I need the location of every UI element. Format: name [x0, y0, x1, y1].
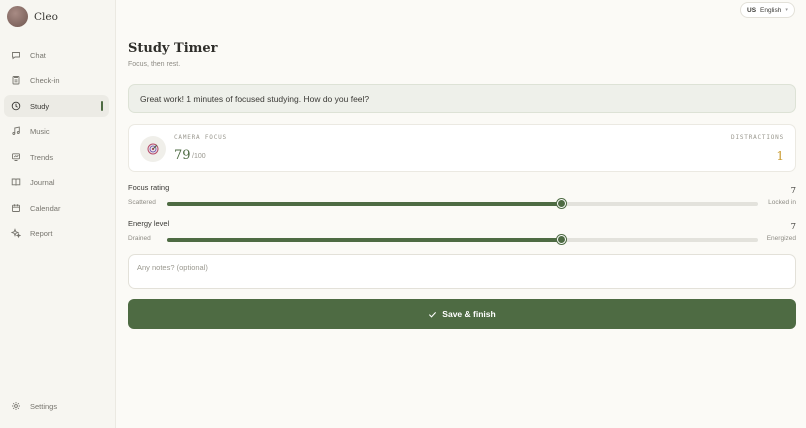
slider-thumb[interactable]	[556, 235, 566, 244]
focus-rating-min-label: Scattered	[128, 199, 156, 206]
calendar-icon	[11, 203, 21, 213]
banner-text: Great work! 1 minutes of focused studyin…	[140, 93, 370, 104]
sidebar-item-chat[interactable]: Chat	[4, 44, 109, 66]
sidebar-item-label: Check-in	[30, 75, 60, 85]
energy-level-value: 7	[790, 222, 796, 232]
sidebar-item-check-in[interactable]: Check-in	[4, 69, 109, 91]
distractions-label: DISTRACTIONS	[731, 134, 784, 141]
check-icon	[429, 311, 437, 318]
focus-rating-max-label: Locked in	[768, 199, 796, 206]
sidebar-item-settings[interactable]: Settings	[11, 401, 57, 411]
language-label: English	[760, 6, 782, 14]
active-indicator	[101, 101, 103, 111]
completion-banner: Great work! 1 minutes of focused studyin…	[128, 84, 796, 113]
sidebar-item-label: Report	[30, 228, 53, 238]
sidebar-item-label: Journal	[30, 177, 55, 187]
focus-score-max: /100	[192, 153, 206, 160]
sidebar-item-journal[interactable]: Journal	[4, 171, 109, 193]
page-title: Study Timer	[128, 41, 218, 56]
sidebar-item-trends[interactable]: Trends	[4, 146, 109, 168]
sparkles-icon	[11, 228, 21, 238]
energy-level-slider[interactable]	[167, 235, 758, 244]
sidebar-item-label: Chat	[30, 50, 46, 60]
chart-icon	[11, 152, 21, 162]
sidebar-item-report[interactable]: Report	[4, 222, 109, 244]
page-subtitle: Focus, then rest.	[128, 61, 181, 68]
distractions-count: 1	[776, 149, 784, 163]
slider-fill	[167, 202, 562, 206]
brand[interactable]: Cleo	[7, 6, 58, 27]
slider-thumb[interactable]	[556, 199, 566, 208]
brand-name: Cleo	[34, 10, 58, 23]
settings-label: Settings	[30, 401, 58, 411]
notes-input[interactable]	[128, 254, 796, 289]
sidebar: Cleo Chat Check-in Study Music Trends Jo…	[0, 0, 116, 428]
energy-level-label: Energy level	[128, 219, 170, 228]
gear-icon	[11, 401, 21, 411]
save-finish-label: Save & finish	[442, 309, 496, 319]
sidebar-item-label: Calendar	[30, 203, 61, 213]
focus-rating-value: 7	[790, 186, 796, 196]
sidebar-item-label: Music	[30, 126, 50, 136]
energy-level-min-label: Drained	[128, 235, 151, 242]
chevron-down-icon: ▾	[785, 7, 788, 13]
slider-fill	[167, 238, 562, 242]
sidebar-item-music[interactable]: Music	[4, 120, 109, 142]
sidebar-item-label: Trends	[30, 152, 54, 162]
focus-rating-label: Focus rating	[128, 183, 170, 192]
sidebar-item-calendar[interactable]: Calendar	[4, 197, 109, 219]
sidebar-item-label: Study	[30, 101, 50, 111]
save-finish-button[interactable]: Save & finish	[128, 299, 796, 329]
avatar[interactable]	[7, 6, 28, 27]
book-icon	[11, 177, 21, 187]
target-icon	[140, 136, 166, 162]
clock-icon	[11, 101, 21, 111]
camera-focus-label: CAMERA FOCUS	[174, 134, 227, 141]
clipboard-icon	[11, 75, 21, 85]
chat-icon	[11, 50, 21, 60]
camera-focus-card: CAMERA FOCUS 79 /100 DISTRACTIONS 1	[128, 124, 796, 172]
sidebar-item-study[interactable]: Study	[4, 95, 109, 117]
music-note-icon	[11, 126, 21, 136]
focus-score: 79	[174, 148, 191, 163]
energy-level-max-label: Energized	[766, 235, 796, 242]
flag-icon: US	[747, 6, 757, 14]
focus-rating-slider[interactable]	[167, 199, 758, 208]
language-selector[interactable]: US English ▾	[740, 2, 795, 18]
